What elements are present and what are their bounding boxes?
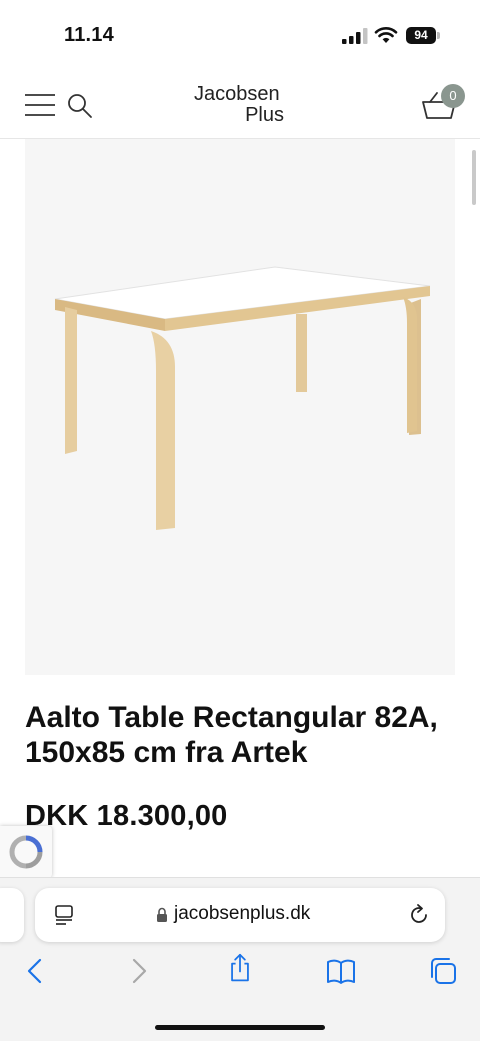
tabs-icon[interactable] [428, 956, 458, 986]
address-bar[interactable]: jacobsenplus.dk [35, 888, 445, 942]
recaptcha-badge[interactable] [0, 826, 52, 878]
site-logo[interactable]: Jacobsen Plus [188, 84, 298, 126]
previous-tab-card[interactable] [0, 888, 24, 942]
forward-icon[interactable] [124, 956, 154, 986]
url-text[interactable]: jacobsenplus.dk [174, 903, 310, 925]
reader-icon[interactable] [53, 904, 75, 926]
search-icon[interactable] [66, 92, 94, 120]
status-bar: 11.14 94 [0, 0, 480, 70]
battery-tip [437, 32, 440, 39]
product-title: Aalto Table Rectangular 82A, 150x85 cm f… [25, 701, 438, 769]
bookmarks-icon[interactable] [326, 956, 356, 986]
aalto-table-illustration [54, 266, 431, 530]
site-header: Jacobsen Plus 0 [0, 70, 480, 139]
page-scrollbar[interactable] [472, 150, 476, 205]
back-icon[interactable] [20, 956, 50, 986]
share-icon[interactable] [225, 953, 255, 983]
recaptcha-icon [9, 835, 43, 869]
battery-indicator: 94 [406, 27, 436, 44]
wifi-icon [374, 27, 398, 43]
status-time: 11.14 [64, 24, 114, 46]
home-indicator[interactable] [155, 1025, 325, 1030]
cellular-signal-icon [342, 28, 368, 44]
lock-icon [157, 907, 167, 922]
logo-line-1: Jacobsen [194, 83, 280, 105]
browser-toolbar: jacobsenplus.dk [0, 877, 480, 1041]
reload-icon[interactable] [407, 903, 431, 927]
product-price: DKK 18.300,00 [25, 800, 228, 832]
product-image[interactable] [25, 139, 455, 675]
cart-count-badge[interactable]: 0 [441, 84, 465, 108]
menu-icon[interactable] [24, 92, 56, 118]
logo-line-2: Plus [245, 104, 284, 126]
